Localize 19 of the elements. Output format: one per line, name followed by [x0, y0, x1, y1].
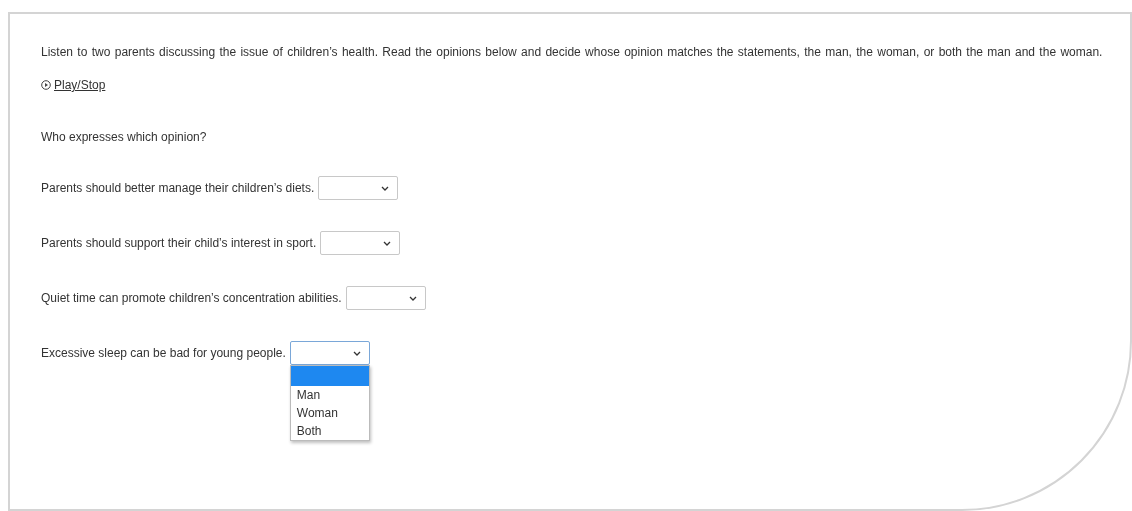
answer-dropdown[interactable]	[289, 341, 370, 365]
dropdown-option[interactable]: Man	[290, 386, 369, 404]
answer-dropdown[interactable]	[320, 231, 401, 255]
question-text: Who expresses which opinion?	[41, 130, 208, 144]
caret-icon	[381, 185, 390, 191]
statement-text: Quiet time can promote children’s concentration abilities.	[41, 291, 342, 305]
play-stop-link[interactable]: Play/Stop	[54, 78, 106, 92]
dropdown-option[interactable]: Woman	[290, 404, 369, 422]
dropdown-option[interactable]: Both	[290, 422, 369, 440]
answer-dropdown[interactable]	[345, 286, 426, 310]
answer-dropdown[interactable]	[318, 176, 399, 200]
play-icon[interactable]	[41, 80, 51, 90]
statement-text: Parents should better manage their children’s diets.	[41, 181, 315, 195]
instructions-text: Listen to two parents discussing the issue of children’s health. Read the opinions below and decide whose opinion matches the statements, the man, the woman, or both the man and the woman.	[41, 44, 1104, 61]
statement-text: Excessive sleep can be bad for young people.	[41, 346, 286, 360]
statement-text: Parents should support their child’s interest in sport.	[41, 236, 317, 250]
caret-icon	[383, 240, 392, 246]
caret-icon	[408, 295, 417, 301]
caret-icon	[352, 350, 361, 356]
